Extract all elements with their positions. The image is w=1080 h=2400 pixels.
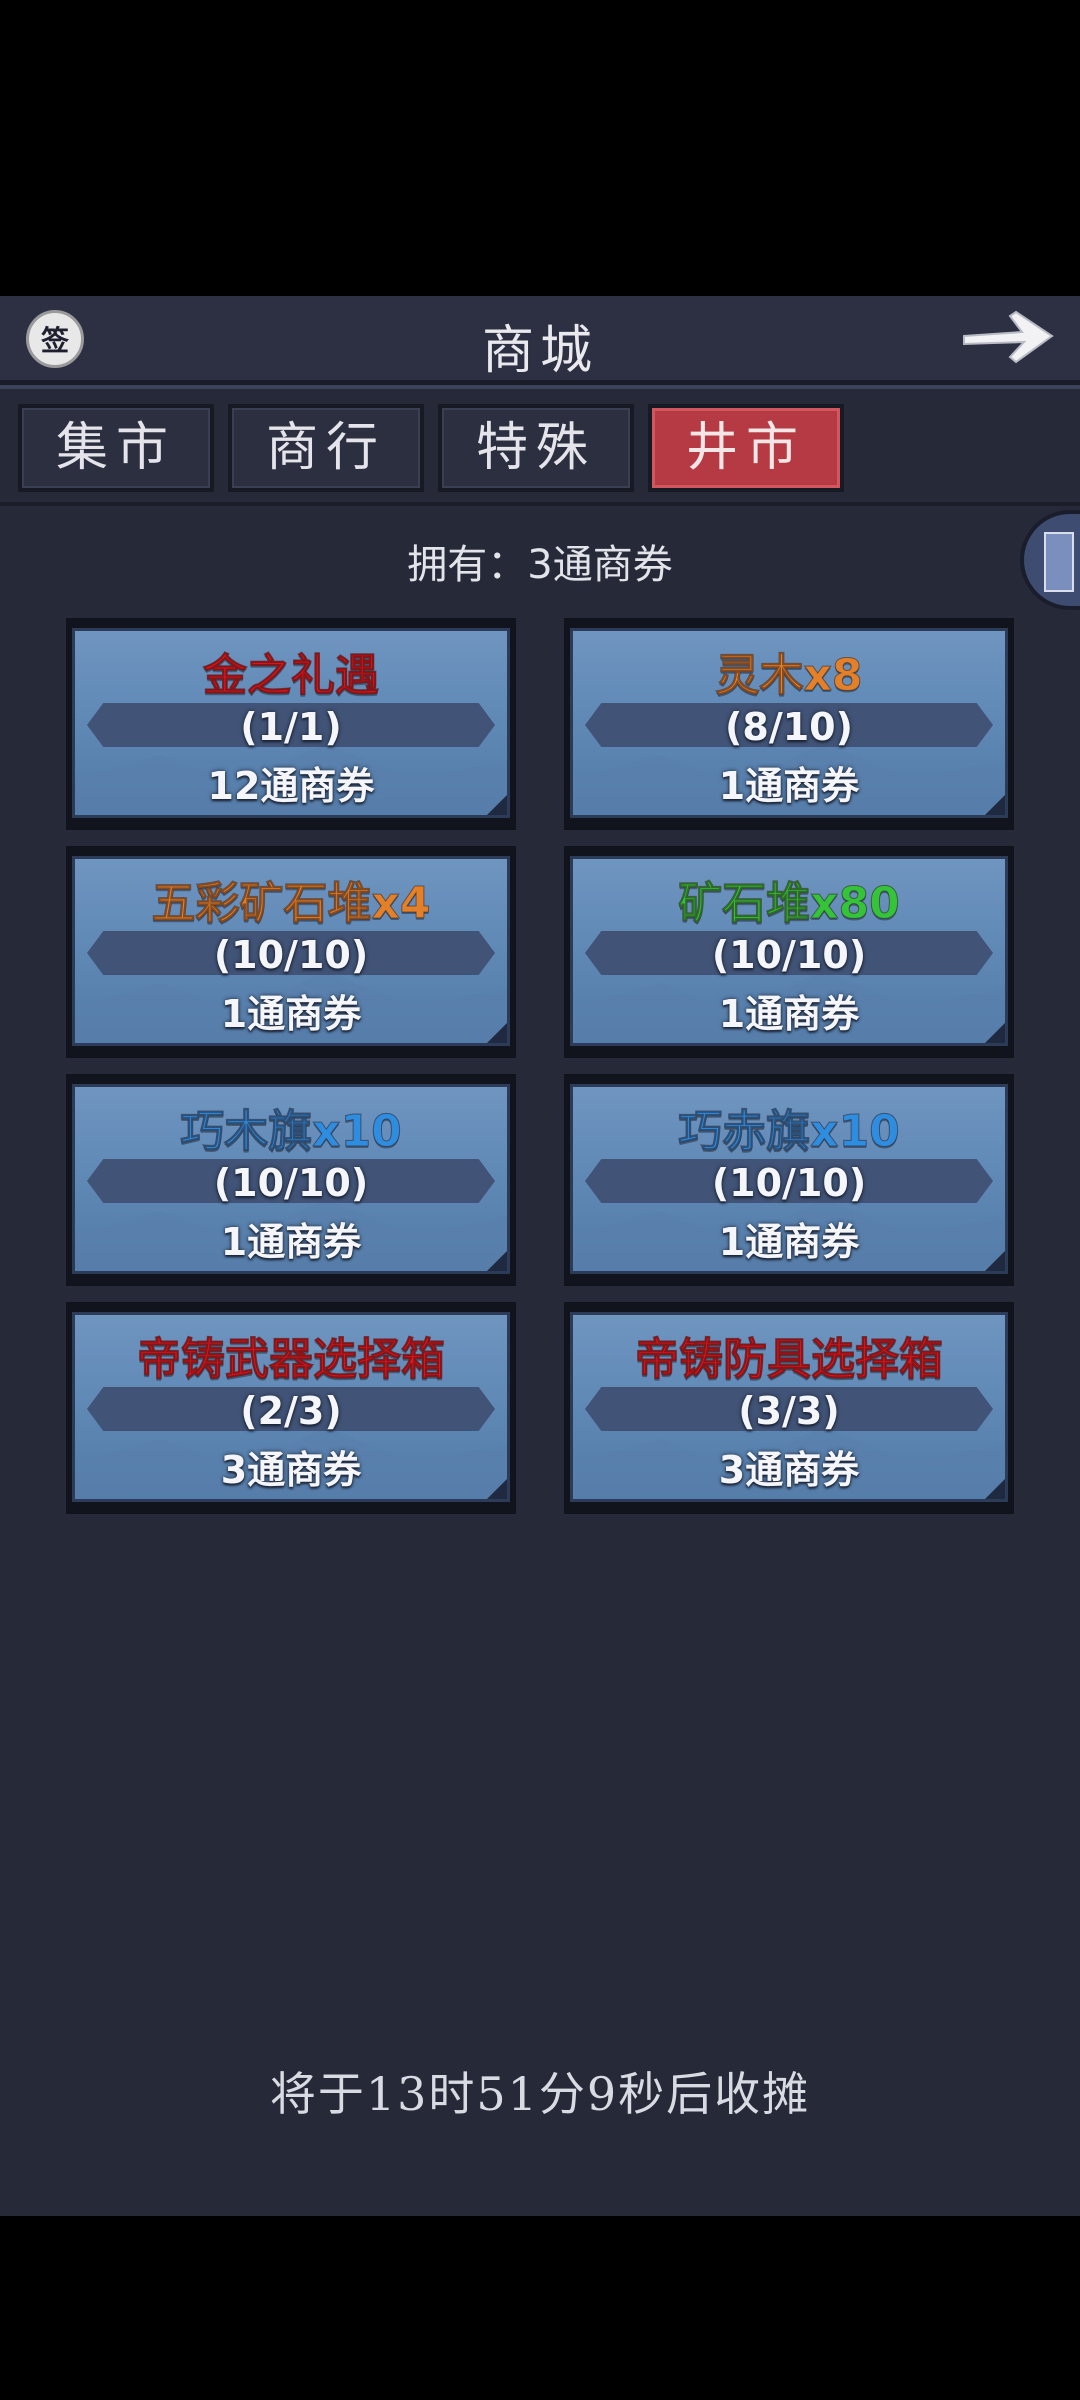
item-quantity: (1/1) xyxy=(240,705,342,749)
item-name: 帝铸武器选择箱 xyxy=(137,1334,446,1386)
corner-fold xyxy=(985,1479,1005,1499)
item-price: 1通商券 xyxy=(220,992,362,1036)
close-countdown: 将于13时51分9秒后收摊 xyxy=(269,2067,811,2121)
header: 签 商城 xyxy=(0,296,1080,385)
tab-market[interactable]: 集市 xyxy=(18,404,214,492)
page-title: 商城 xyxy=(481,321,598,381)
corner-fold xyxy=(487,1251,507,1271)
tab-divider xyxy=(0,502,1080,506)
shop-item-card[interactable]: 金之礼遇 (1/1) 12通商券 xyxy=(66,618,516,830)
arrow-right-icon[interactable] xyxy=(958,302,1058,372)
shop-item-card[interactable]: 巧木旗x10 (10/10) 1通商券 xyxy=(66,1074,516,1286)
item-price: 1通商券 xyxy=(718,764,860,808)
tab-well-market[interactable]: 井市 xyxy=(648,404,844,492)
item-price: 1通商券 xyxy=(220,1220,362,1264)
shop-item-card[interactable]: 五彩矿石堆x4 (10/10) 1通商券 xyxy=(66,846,516,1058)
card-face: 金之礼遇 (1/1) 12通商券 xyxy=(72,628,510,818)
item-quantity: (10/10) xyxy=(213,1161,369,1205)
item-quantity: (3/3) xyxy=(738,1389,840,1433)
card-face: 矿石堆x80 (10/10) 1通商券 xyxy=(570,856,1008,1046)
shop-item-card[interactable]: 帝铸防具选择箱 (3/3) 3通商券 xyxy=(564,1302,1014,1514)
tab-trading-house[interactable]: 商行 xyxy=(228,404,424,492)
card-face: 五彩矿石堆x4 (10/10) 1通商券 xyxy=(72,856,510,1046)
item-price: 3通商券 xyxy=(718,1448,860,1492)
item-name: 五彩矿石堆x4 xyxy=(151,878,431,930)
shop-panel: 签 商城 集市 商行 特殊 井市 拥有：3通商券 金之礼遇 (1/1) 12通商… xyxy=(0,296,1080,2216)
shop-item-card[interactable]: 巧赤旗x10 (10/10) 1通商券 xyxy=(564,1074,1014,1286)
shop-item-card[interactable]: 帝铸武器选择箱 (2/3) 3通商券 xyxy=(66,1302,516,1514)
item-name: 巧赤旗x10 xyxy=(678,1106,901,1158)
item-quantity: (8/10) xyxy=(725,705,853,749)
corner-fold xyxy=(985,1251,1005,1271)
corner-fold xyxy=(985,1023,1005,1043)
item-price: 3通商券 xyxy=(220,1448,362,1492)
item-name: 矿石堆x80 xyxy=(678,878,901,930)
item-price: 1通商券 xyxy=(718,992,860,1036)
card-face: 巧木旗x10 (10/10) 1通商券 xyxy=(72,1084,510,1274)
corner-fold xyxy=(487,1023,507,1043)
card-face: 灵木x8 (8/10) 1通商券 xyxy=(570,628,1008,818)
item-name: 帝铸防具选择箱 xyxy=(635,1334,944,1386)
card-face: 帝铸防具选择箱 (3/3) 3通商券 xyxy=(570,1312,1008,1502)
owned-currency: 拥有：3通商券 xyxy=(407,542,673,588)
card-face: 巧赤旗x10 (10/10) 1通商券 xyxy=(570,1084,1008,1274)
item-quantity: (10/10) xyxy=(711,1161,867,1205)
shop-item-card[interactable]: 矿石堆x80 (10/10) 1通商券 xyxy=(564,846,1014,1058)
item-name: 巧木旗x10 xyxy=(180,1106,403,1158)
shop-item-card[interactable]: 灵木x8 (8/10) 1通商券 xyxy=(564,618,1014,830)
item-quantity: (2/3) xyxy=(240,1389,342,1433)
corner-fold xyxy=(487,1479,507,1499)
item-name: 灵木x8 xyxy=(715,650,863,702)
tab-bar: 集市 商行 特殊 井市 xyxy=(18,404,1068,494)
corner-fold xyxy=(487,795,507,815)
item-name: 金之礼遇 xyxy=(203,650,380,702)
side-book-icon[interactable] xyxy=(1020,510,1080,610)
corner-fold xyxy=(985,795,1005,815)
item-price: 12通商券 xyxy=(207,764,375,808)
card-face: 帝铸武器选择箱 (2/3) 3通商券 xyxy=(72,1312,510,1502)
item-quantity: (10/10) xyxy=(711,933,867,977)
item-price: 1通商券 xyxy=(718,1220,860,1264)
tab-special[interactable]: 特殊 xyxy=(438,404,634,492)
item-quantity: (10/10) xyxy=(213,933,369,977)
